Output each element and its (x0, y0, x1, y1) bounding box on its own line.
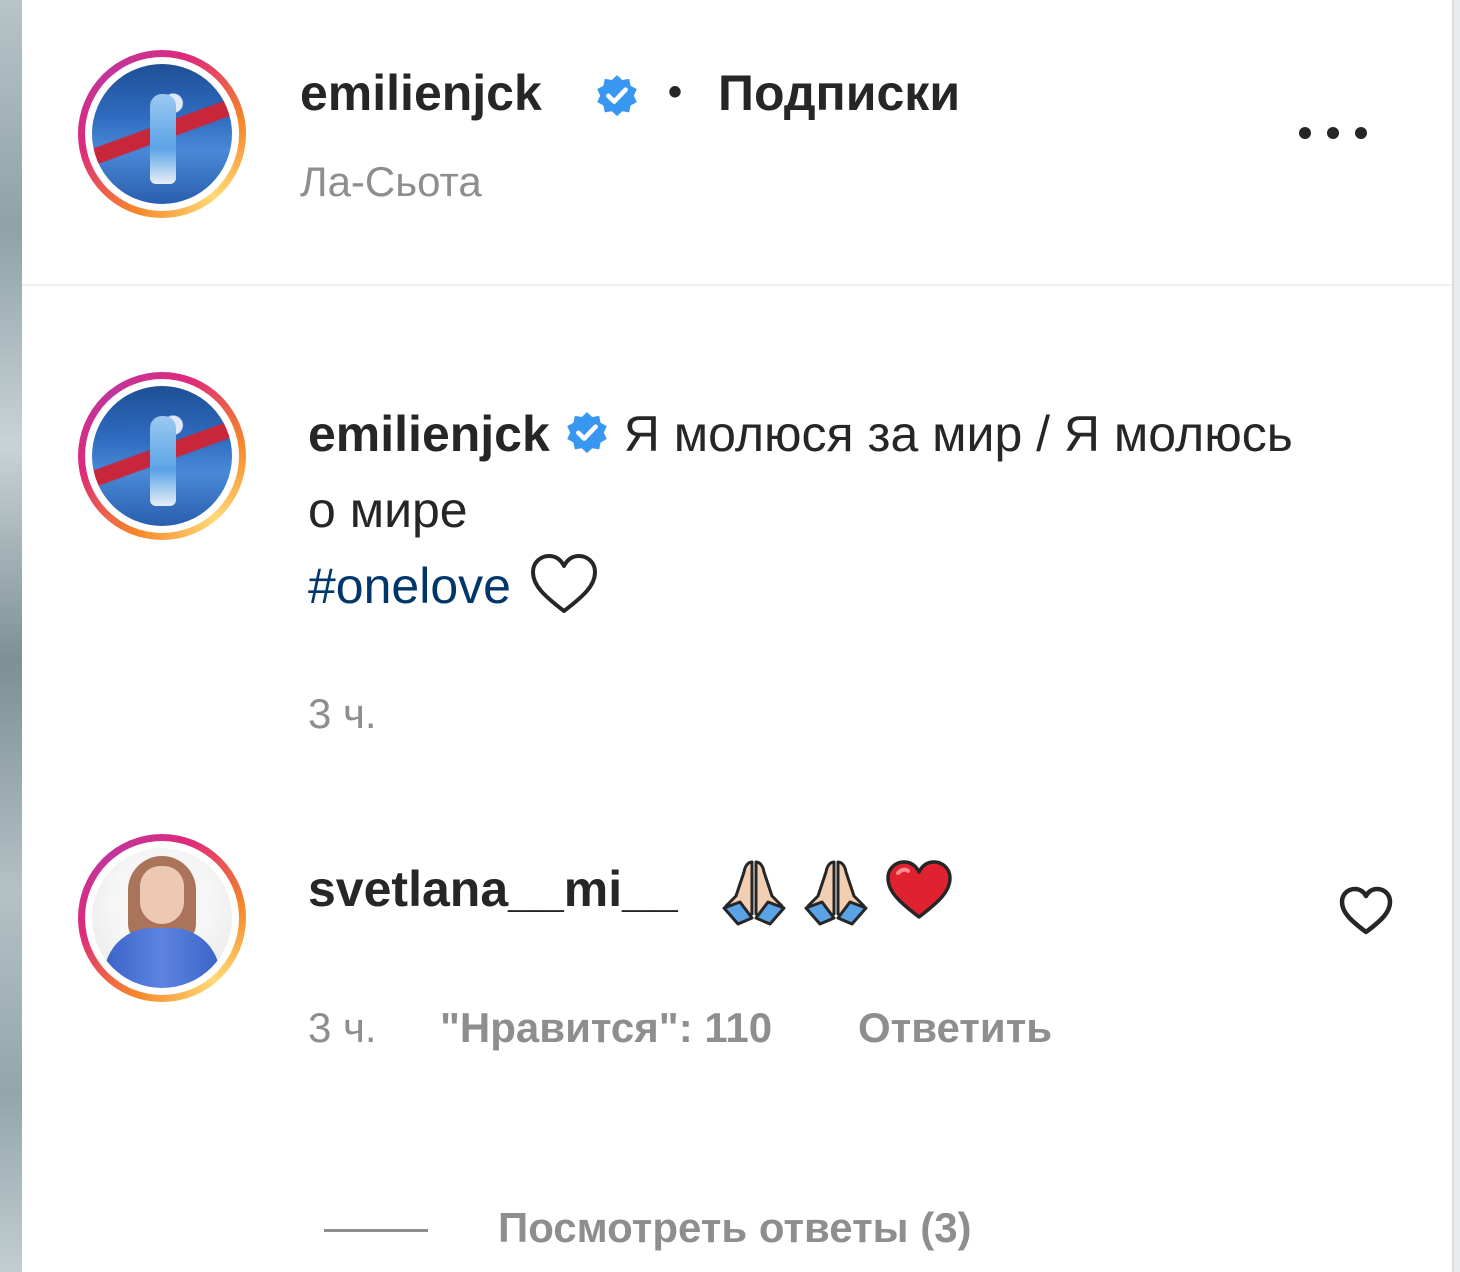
view-replies-button[interactable]: Посмотреть ответы (3) (498, 1204, 972, 1252)
caption-timestamp[interactable]: 3 ч. (308, 690, 377, 738)
pray-hands-icon (722, 860, 786, 926)
post-header: emilienjck • Подписки Ла-Сьота (22, 0, 1454, 286)
commenter-username-link[interactable]: svetlana__mi__ (308, 860, 678, 918)
comment-timestamp[interactable]: 3 ч. (308, 1004, 377, 1052)
avatar-face (140, 866, 184, 924)
hashtag-link[interactable]: #onelove (308, 558, 511, 614)
caption-author-avatar-photo (92, 386, 232, 526)
comment-likes-count[interactable]: "Нравится": 110 (440, 1004, 772, 1052)
scrollbar-edge (1452, 0, 1460, 1272)
verified-badge-icon (597, 75, 637, 117)
white-heart-icon (530, 554, 597, 613)
replies-divider (324, 1229, 428, 1232)
avatar-jacket (104, 928, 220, 988)
header-separator: • (668, 70, 683, 114)
commenter-avatar-photo (92, 848, 232, 988)
caption-author-avatar[interactable] (78, 372, 246, 540)
post-comments-panel: emilienjck • Подписки Ла-Сьота emilienjc… (22, 0, 1454, 1272)
author-avatar-photo (92, 64, 232, 204)
pray-hands-icon (804, 860, 868, 926)
red-heart-icon (886, 860, 952, 919)
more-options-icon[interactable] (1298, 126, 1368, 140)
verified-badge-icon (567, 412, 607, 454)
caption-username-link[interactable]: emilienjck (308, 406, 550, 462)
following-button[interactable]: Подписки (718, 64, 960, 122)
caption-text: emilienjck Я молюся за мир / Я молюсь о … (308, 396, 1308, 624)
location-link[interactable]: Ла-Сьота (300, 158, 482, 206)
like-heart-icon[interactable] (1338, 886, 1394, 936)
reply-button[interactable]: Ответить (858, 1004, 1052, 1052)
author-avatar[interactable] (78, 50, 246, 218)
author-username-link[interactable]: emilienjck (300, 64, 542, 122)
background-photo-edge (0, 0, 22, 1272)
commenter-avatar[interactable] (78, 834, 246, 1002)
